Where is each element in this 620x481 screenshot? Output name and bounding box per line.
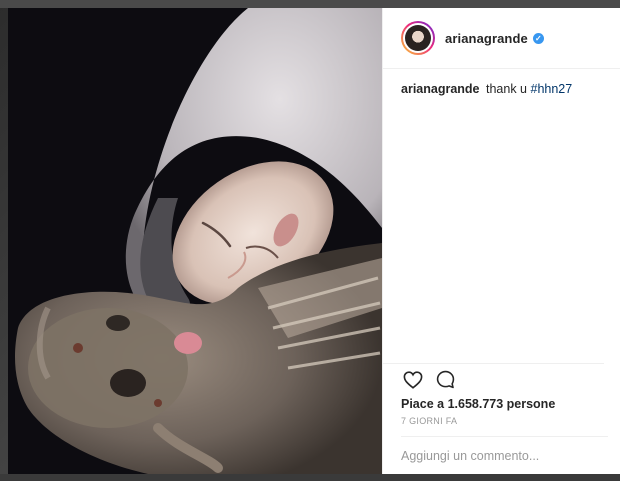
post-photo[interactable] [8, 8, 382, 474]
post-modal: arianagrande ✓ arianagrande thank u #hhn… [8, 8, 620, 474]
post-actions [383, 363, 604, 395]
post-caption: arianagrande thank u #hhn27 [383, 69, 620, 363]
caption-hashtag-link[interactable]: #hhn27 [531, 82, 573, 96]
backdrop-bottom-strip [0, 474, 620, 481]
comment-button[interactable] [433, 368, 457, 392]
comment-box [401, 436, 608, 474]
avatar[interactable] [401, 21, 435, 55]
avatar-image [405, 25, 431, 51]
post-photo-image [8, 8, 382, 474]
header-username[interactable]: arianagrande [445, 31, 528, 46]
backdrop-top-strip [0, 0, 620, 8]
verified-badge-icon: ✓ [532, 32, 544, 44]
post-sidebar: arianagrande ✓ arianagrande thank u #hhn… [382, 8, 620, 474]
post-timestamp[interactable]: 7 GIORNI FA [383, 411, 620, 436]
heart-icon [403, 370, 423, 389]
comment-bubble-icon [436, 370, 454, 389]
likes-count[interactable]: Piace a 1.658.773 persone [383, 395, 620, 411]
caption-text: thank u [486, 82, 528, 96]
comment-input[interactable] [401, 448, 608, 463]
post-header: arianagrande ✓ [383, 8, 620, 69]
like-button[interactable] [401, 368, 425, 392]
caption-username[interactable]: arianagrande [401, 82, 480, 96]
